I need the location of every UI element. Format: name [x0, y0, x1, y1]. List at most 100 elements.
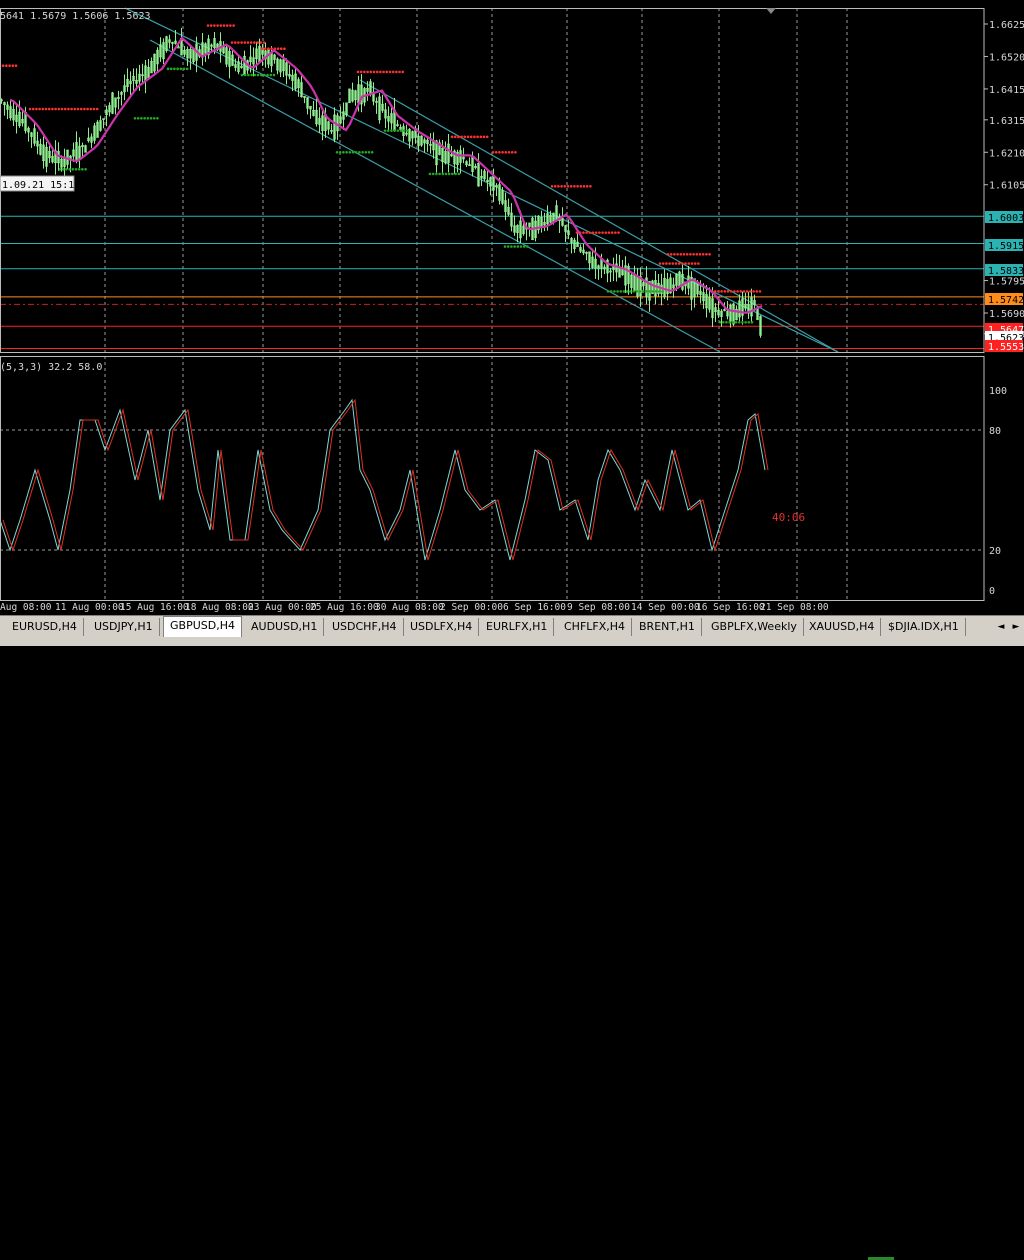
psar-dot — [563, 184, 567, 188]
psar-dot — [657, 290, 661, 293]
psar-dot — [750, 320, 754, 324]
chart-tab[interactable]: GBPUSD,H4 — [163, 616, 242, 637]
psar-dot — [604, 231, 608, 234]
psar-dot — [31, 107, 35, 111]
psar-dot — [482, 135, 486, 139]
psar-dot — [58, 167, 62, 171]
psar-dot — [616, 290, 619, 293]
tooltip-text: 1.09.21 15:19 — [2, 180, 80, 191]
psar-dot — [692, 252, 695, 256]
psar-dot — [733, 290, 736, 293]
psar-dot — [721, 320, 725, 324]
psar-dot — [428, 172, 432, 176]
stoch-level-label: 100 — [989, 386, 1007, 397]
psar-dot — [741, 320, 744, 324]
psar-dot — [460, 135, 463, 139]
psar-dot — [742, 290, 746, 293]
psar-dot — [335, 150, 339, 154]
chart-tab[interactable]: BRENT,H1 — [633, 618, 702, 636]
psar-dot — [728, 320, 731, 324]
psar-dot — [76, 107, 80, 111]
chart-tab[interactable]: EURLFX,H1 — [480, 618, 555, 636]
moving-average — [9, 36, 763, 314]
psar-dot — [690, 262, 694, 265]
psar-dot — [591, 231, 595, 234]
psar-dot — [356, 70, 360, 74]
price-tick-label: 1.6105 — [989, 181, 1024, 192]
psar-dot — [262, 41, 266, 44]
psar-dot — [695, 252, 699, 256]
psar-dot — [14, 64, 18, 68]
price-label-text: 1.5833 — [988, 266, 1024, 277]
psar-dot — [729, 290, 733, 293]
chart-tab[interactable]: $DJIA.IDX,H1 — [882, 618, 966, 636]
psar-dot — [450, 135, 454, 139]
psar-dot — [625, 290, 629, 293]
chart-tab[interactable]: CHFLFX,H4 — [558, 618, 633, 636]
psar-dot — [685, 252, 689, 256]
psar-dot — [83, 107, 86, 111]
psar-dot — [573, 184, 576, 188]
psar-dot — [359, 70, 363, 74]
psar-dot — [645, 290, 648, 293]
psar-dot — [240, 41, 243, 44]
psar-dot — [507, 150, 511, 154]
psar-dot — [720, 290, 723, 293]
chart-tab[interactable]: USDCHF,H4 — [326, 618, 404, 636]
psar-dot — [526, 245, 529, 248]
psar-dot — [513, 245, 516, 248]
tab-scroll-left-icon[interactable]: ◄ — [995, 620, 1007, 634]
time-label: 25 Aug 16:00 — [310, 602, 379, 613]
psar-dot — [60, 107, 64, 111]
psar-dot — [698, 252, 702, 256]
chart-tab[interactable]: USDJPY,H1 — [88, 618, 160, 636]
psar-dot — [516, 245, 520, 248]
chart-tab[interactable]: EURUSD,H4 — [6, 618, 84, 636]
chart-area[interactable]: 5641 1.5679 1.5606 1.5623 1.09.21 15:19 1.… — [0, 0, 1024, 615]
psar-dot — [47, 107, 51, 111]
psar-dot — [476, 135, 479, 139]
psar-dot — [651, 290, 655, 293]
psar-dot — [351, 150, 355, 154]
psar-dot — [582, 231, 585, 234]
psar-dot — [687, 262, 691, 265]
psar-dot — [173, 67, 176, 71]
chart-tab[interactable]: AUDUSD,H1 — [245, 618, 325, 636]
tab-scroll-right-icon[interactable]: ► — [1010, 620, 1022, 634]
psar-dot — [674, 262, 678, 265]
psar-dot — [610, 231, 614, 234]
psar-dot — [713, 290, 717, 293]
axis-labels: 5641 1.5679 1.5606 1.5623 1.09.21 15:19 1.… — [0, 11, 1024, 613]
psar-dot — [431, 172, 435, 176]
psar-dot — [585, 184, 589, 188]
chart-tab[interactable]: XAUUSD,H4 — [803, 618, 882, 636]
psar-dot — [269, 73, 273, 77]
chart-tab[interactable]: USDLFX,H4 — [404, 618, 480, 636]
chart-tab[interactable]: GBPLFX,Weekly — [705, 618, 804, 636]
psar-dot — [454, 172, 457, 176]
psar-dot — [73, 107, 77, 111]
psar-dot — [671, 262, 675, 265]
psar-dot — [550, 184, 554, 188]
psar-dot — [717, 290, 720, 293]
psar-dot — [388, 70, 392, 74]
psar-dot — [77, 167, 81, 171]
psar-dot — [92, 107, 96, 111]
psar-dot — [233, 41, 237, 44]
psar-dot — [588, 231, 592, 234]
psar-dot — [466, 135, 470, 139]
psar-dot — [5, 64, 8, 68]
psar-dot — [276, 47, 280, 51]
psar-dot — [363, 70, 366, 74]
psar-dot — [345, 150, 348, 154]
stochastic-oscillator — [0, 398, 769, 561]
psar-dot — [41, 107, 45, 111]
psar-dot — [718, 320, 722, 324]
psar-dot — [74, 167, 78, 171]
psar-dot — [632, 290, 635, 293]
psar-dot — [501, 150, 504, 154]
psar-dot — [607, 231, 611, 234]
psar-dot — [342, 150, 345, 154]
psar-dot — [68, 167, 71, 171]
psar-dot — [441, 172, 445, 176]
